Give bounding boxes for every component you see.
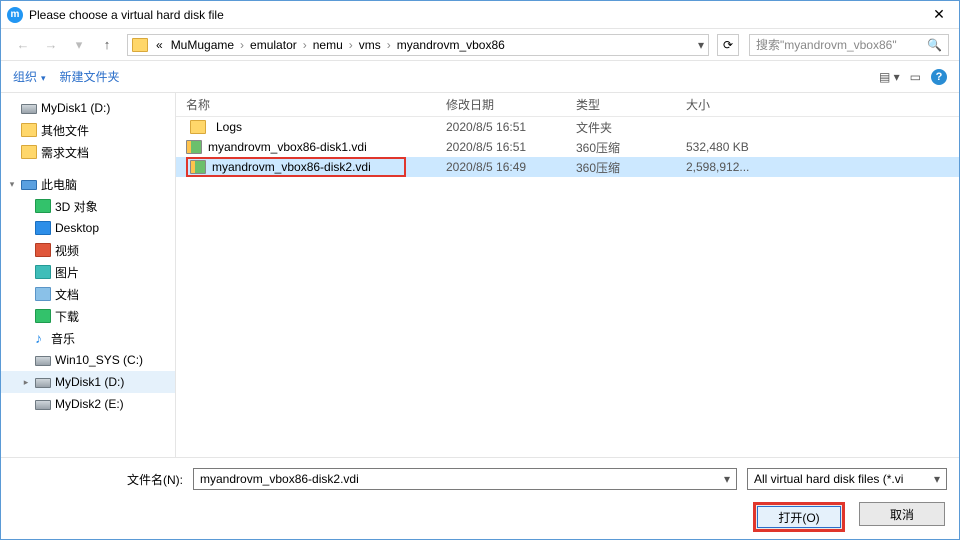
- sidebar-item-folder[interactable]: ▸需求文档: [1, 141, 175, 163]
- music-icon: ♪: [35, 331, 47, 345]
- cancel-button[interactable]: 取消: [859, 502, 945, 526]
- breadcrumb-item[interactable]: nemu: [309, 38, 347, 52]
- chevron-right-icon: ›: [240, 38, 244, 52]
- sidebar-item-folder[interactable]: ▸其他文件: [1, 119, 175, 141]
- preview-pane-button[interactable]: ▭: [910, 70, 921, 84]
- disk-file-icon: [190, 160, 206, 174]
- chevron-down-icon[interactable]: ▾: [934, 472, 940, 486]
- search-input[interactable]: 搜索"myandrovm_vbox86" 🔍: [749, 34, 949, 56]
- breadcrumb-item[interactable]: vms: [355, 38, 385, 52]
- file-row-selected[interactable]: myandrovm_vbox86-disk2.vdi 2020/8/5 16:4…: [176, 157, 959, 177]
- folder-icon: [190, 120, 206, 134]
- sidebar-item-documents[interactable]: ▸文档: [1, 283, 175, 305]
- col-name[interactable]: 名称: [176, 96, 436, 113]
- filename-input[interactable]: myandrovm_vbox86-disk2.vdi ▾: [193, 468, 737, 490]
- dialog-body: ▸MyDisk1 (D:) ▸其他文件 ▸需求文档 ▾此电脑 ▸3D 对象 ▸D…: [1, 93, 959, 457]
- folder-icon: [21, 123, 37, 137]
- chevron-right-icon: ›: [387, 38, 391, 52]
- chevron-down-icon[interactable]: ▾: [698, 38, 704, 52]
- help-button[interactable]: ?: [931, 69, 947, 85]
- search-placeholder: 搜索"myandrovm_vbox86": [756, 36, 897, 53]
- col-date[interactable]: 修改日期: [436, 96, 566, 113]
- dialog-footer: 文件名(N): myandrovm_vbox86-disk2.vdi ▾ All…: [1, 457, 959, 539]
- disk-file-icon: [186, 140, 202, 154]
- drive-icon: [21, 104, 37, 114]
- file-list: 名称 修改日期 类型 大小 Logs 2020/8/5 16:51 文件夹 my…: [176, 93, 959, 457]
- close-button[interactable]: ✕: [919, 1, 959, 29]
- sidebar-item-videos[interactable]: ▸视频: [1, 239, 175, 261]
- nav-back-button[interactable]: ←: [11, 33, 35, 57]
- filetype-filter[interactable]: All virtual hard disk files (*.vi ▾: [747, 468, 947, 490]
- toolbar: 组织 新建文件夹 ▤ ▾ ▭ ?: [1, 61, 959, 93]
- sidebar-item-pictures[interactable]: ▸图片: [1, 261, 175, 283]
- file-row[interactable]: Logs 2020/8/5 16:51 文件夹: [176, 117, 959, 137]
- breadcrumb[interactable]: « MuMugame › emulator › nemu › vms › mya…: [127, 34, 709, 56]
- window-title: Please choose a virtual hard disk file: [29, 8, 919, 22]
- sidebar-item-music[interactable]: ▸♪音乐: [1, 327, 175, 349]
- sidebar-item-this-pc[interactable]: ▾此电脑: [1, 173, 175, 195]
- sidebar-item-drive-d[interactable]: ▸MyDisk1 (D:): [1, 371, 175, 393]
- col-size[interactable]: 大小: [676, 96, 786, 113]
- chevron-right-icon: ›: [303, 38, 307, 52]
- video-icon: [35, 243, 51, 257]
- sidebar-item-3d-objects[interactable]: ▸3D 对象: [1, 195, 175, 217]
- drive-icon: [35, 400, 51, 410]
- sidebar-item-drive[interactable]: ▸MyDisk1 (D:): [1, 97, 175, 119]
- folder-icon: [21, 145, 37, 159]
- drive-icon: [35, 356, 51, 366]
- 3d-icon: [35, 199, 51, 213]
- titlebar: m Please choose a virtual hard disk file…: [1, 1, 959, 29]
- nav-forward-button[interactable]: →: [39, 33, 63, 57]
- sidebar-item-downloads[interactable]: ▸下载: [1, 305, 175, 327]
- picture-icon: [35, 265, 51, 279]
- nav-recent-dropdown[interactable]: ▾: [67, 33, 91, 57]
- folder-icon: [132, 38, 148, 52]
- nav-bar: ← → ▾ ↑ « MuMugame › emulator › nemu › v…: [1, 29, 959, 61]
- pc-icon: [21, 180, 37, 190]
- download-icon: [35, 309, 51, 323]
- column-headers: 名称 修改日期 类型 大小: [176, 93, 959, 117]
- expand-icon[interactable]: ▾: [7, 179, 17, 190]
- file-open-dialog: m Please choose a virtual hard disk file…: [0, 0, 960, 540]
- chevron-right-icon: ›: [349, 38, 353, 52]
- nav-up-button[interactable]: ↑: [95, 33, 119, 57]
- open-button[interactable]: 打开(O): [753, 502, 845, 532]
- expand-icon[interactable]: ▸: [21, 377, 31, 388]
- search-icon[interactable]: 🔍: [927, 38, 942, 52]
- app-icon: m: [7, 7, 23, 23]
- new-folder-button[interactable]: 新建文件夹: [60, 68, 120, 85]
- organize-menu[interactable]: 组织: [13, 68, 46, 85]
- nav-sidebar: ▸MyDisk1 (D:) ▸其他文件 ▸需求文档 ▾此电脑 ▸3D 对象 ▸D…: [1, 93, 176, 457]
- breadcrumb-item[interactable]: emulator: [246, 38, 301, 52]
- drive-icon: [35, 378, 51, 388]
- breadcrumb-item[interactable]: MuMugame: [167, 38, 238, 52]
- col-type[interactable]: 类型: [566, 96, 676, 113]
- breadcrumb-prefix: «: [152, 38, 167, 52]
- file-row[interactable]: myandrovm_vbox86-disk1.vdi 2020/8/5 16:5…: [176, 137, 959, 157]
- filename-label: 文件名(N):: [13, 471, 183, 488]
- desktop-icon: [35, 221, 51, 235]
- view-options-button[interactable]: ▤ ▾: [879, 70, 900, 84]
- chevron-down-icon[interactable]: ▾: [724, 472, 730, 486]
- sidebar-item-drive-e[interactable]: ▸MyDisk2 (E:): [1, 393, 175, 415]
- sidebar-item-drive-c[interactable]: ▸Win10_SYS (C:): [1, 349, 175, 371]
- document-icon: [35, 287, 51, 301]
- refresh-button[interactable]: ⟳: [717, 34, 739, 56]
- sidebar-item-desktop[interactable]: ▸Desktop: [1, 217, 175, 239]
- breadcrumb-item[interactable]: myandrovm_vbox86: [393, 38, 509, 52]
